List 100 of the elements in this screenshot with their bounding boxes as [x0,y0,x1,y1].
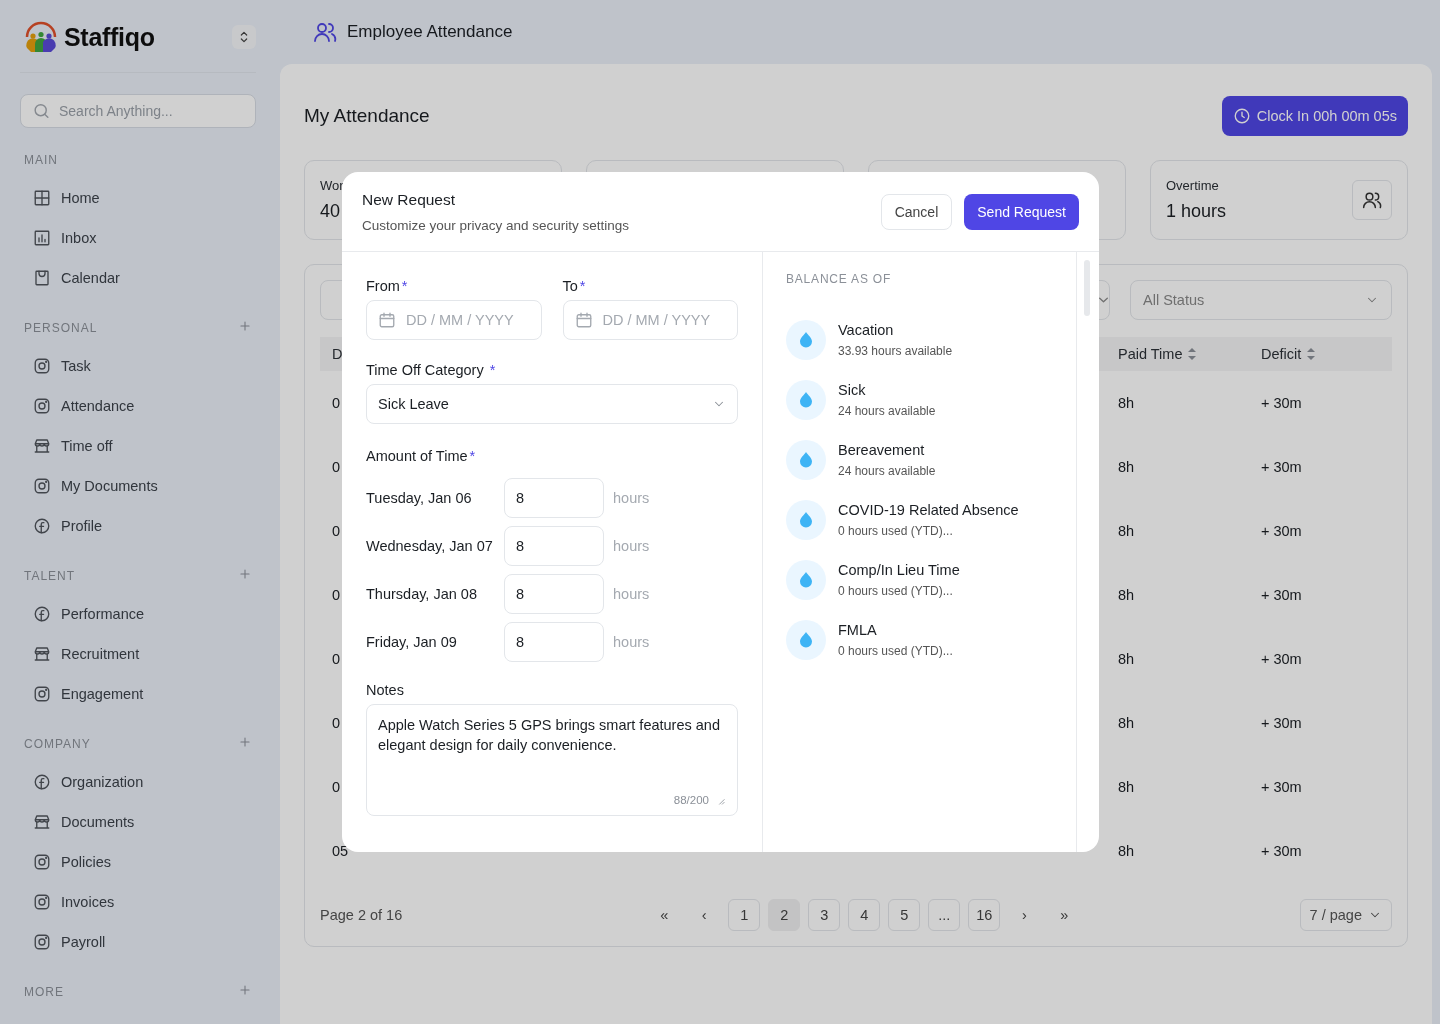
sidebar-item[interactable]: Engagement [20,674,256,714]
leave-type: Vacation [838,322,895,338]
stat-label: Wor [320,178,344,193]
leave-balance: 24 hours available [838,404,936,418]
section-title: TALENT [24,569,76,583]
leave-balance: 0 hours used (YTD)... [838,584,954,598]
leave-balance: 0 hours used (YTD)... [838,644,953,658]
sidebar-item[interactable]: Attendance [20,386,256,426]
table-cell: + 30m [1261,587,1302,603]
day-label: Thursday, Jan 08 [366,586,478,602]
field-label: From* [366,277,409,296]
hours-field[interactable]: 8 [504,574,604,614]
leave-balance: 0 hours used (YTD)... [838,524,954,538]
page-button[interactable]: 16 [968,899,1001,931]
table-cell: 0 [332,523,341,539]
page-button[interactable]: 3 [808,899,841,931]
leave-type: COVID-19 Related Absence [838,502,1019,518]
section-title: COMPANY [24,737,91,751]
page-button[interactable]: 2 [768,899,801,931]
table-cell: + 30m [1261,779,1302,795]
dialog-title: New Request [362,190,457,209]
leave-type: Sick [838,382,867,398]
column-header[interactable]: Paid Time [1118,346,1183,362]
table-cell: 8h [1118,843,1135,859]
table-cell: 8h [1118,779,1135,795]
page-button[interactable]: 5 [888,899,921,931]
previous-page-button[interactable]: ‹ [688,899,721,931]
send-request-button[interactable]: Send Request [964,193,1079,230]
table-cell: 0 [332,651,341,667]
stat-value: 40 [320,201,342,222]
brand-name: Staffiqo [64,22,155,52]
sidebar-item[interactable]: Invoices [20,882,256,922]
sidebar-item[interactable]: My Documents [20,466,256,506]
sidebar-item[interactable]: Recruitment [20,634,256,674]
sidebar-item[interactable]: Calendar [20,258,256,298]
sidebar-item[interactable]: Profile [20,506,256,546]
table-cell: 0 [332,459,341,475]
table-cell: 8h [1118,715,1135,731]
hours-field[interactable]: 8 [504,622,604,662]
leave-balance: 33.93 hours available [838,344,953,358]
page-button[interactable]: ... [928,899,961,931]
table-cell: 8h [1118,523,1135,539]
unit-label: hours [612,634,651,650]
hours-field[interactable]: 8 [504,478,604,518]
table-cell: 0 [332,587,341,603]
sidebar-item[interactable]: Performance [20,594,256,634]
sidebar-item[interactable]: Policies [20,842,256,882]
stat-label: Overtime [1166,178,1220,193]
clock-in-button[interactable]: Clock In 00h 00m 05s [1221,96,1408,136]
sidebar-item[interactable]: Payroll [20,922,256,962]
leave-type: Comp/In Lieu Time [838,562,960,578]
table-cell: 0 [332,715,341,731]
cancel-button[interactable]: Cancel [880,193,953,230]
page-size-select[interactable]: 7 / page [1299,899,1392,931]
sidebar-item[interactable]: Time off [20,426,256,466]
next-page-button[interactable]: › [1008,899,1041,931]
hours-field[interactable]: 8 [504,526,604,566]
dialog-subtitle: Customize your privacy and security settings [362,217,630,233]
field-label: To* [562,277,587,296]
search-field[interactable]: Search Anything... [20,94,256,128]
sidebar-item[interactable]: Home [20,178,256,218]
leave-type: Bereavement [838,442,926,458]
table-cell: 05 [332,843,349,859]
table-cell: + 30m [1261,843,1302,859]
page-summary: Page 2 of 16 [320,907,403,923]
date-field[interactable]: DD / MM / YYYY [366,300,542,340]
stat-value: 1 hours [1166,201,1227,222]
character-counter: 88/200 [673,794,709,806]
balance-heading: BALANCE AS OF [786,272,893,288]
field-label: Amount of Time* [366,447,477,466]
column-header[interactable]: Deficit [1261,346,1302,362]
category-select[interactable]: Sick Leave [366,384,738,424]
unit-label: hours [612,538,651,554]
page-button[interactable]: 1 [728,899,761,931]
section-title: PERSONAL [24,321,98,335]
table-cell: 0 [332,779,341,795]
unit-label: hours [612,490,651,506]
table-cell: + 30m [1261,651,1302,667]
column-header: D [332,346,343,362]
page-button[interactable]: 4 [848,899,881,931]
last-page-button[interactable]: » [1048,899,1081,931]
table-cell: 8h [1118,587,1135,603]
first-page-button[interactable]: « [648,899,681,931]
field-label: Time Off Category * [366,361,497,380]
page-header-title: Employee Attendance [347,22,513,42]
sidebar-item[interactable]: Organization [20,762,256,802]
field-label: Notes [366,681,405,700]
section-title: MAIN [24,153,58,167]
sidebar-item[interactable]: Task [20,346,256,386]
table-cell: 8h [1118,651,1135,667]
table-cell: 8h [1118,459,1135,475]
table-cell: 0 [332,395,341,411]
sidebar-item[interactable]: Documents [20,802,256,842]
day-label: Tuesday, Jan 06 [366,490,473,506]
table-cell: + 30m [1261,715,1302,731]
table-cell: + 30m [1261,395,1302,411]
leave-balance: 24 hours available [838,464,936,478]
leave-type: FMLA [838,622,878,638]
sidebar-item[interactable]: Inbox [20,218,256,258]
date-field[interactable]: DD / MM / YYYY [562,300,738,340]
